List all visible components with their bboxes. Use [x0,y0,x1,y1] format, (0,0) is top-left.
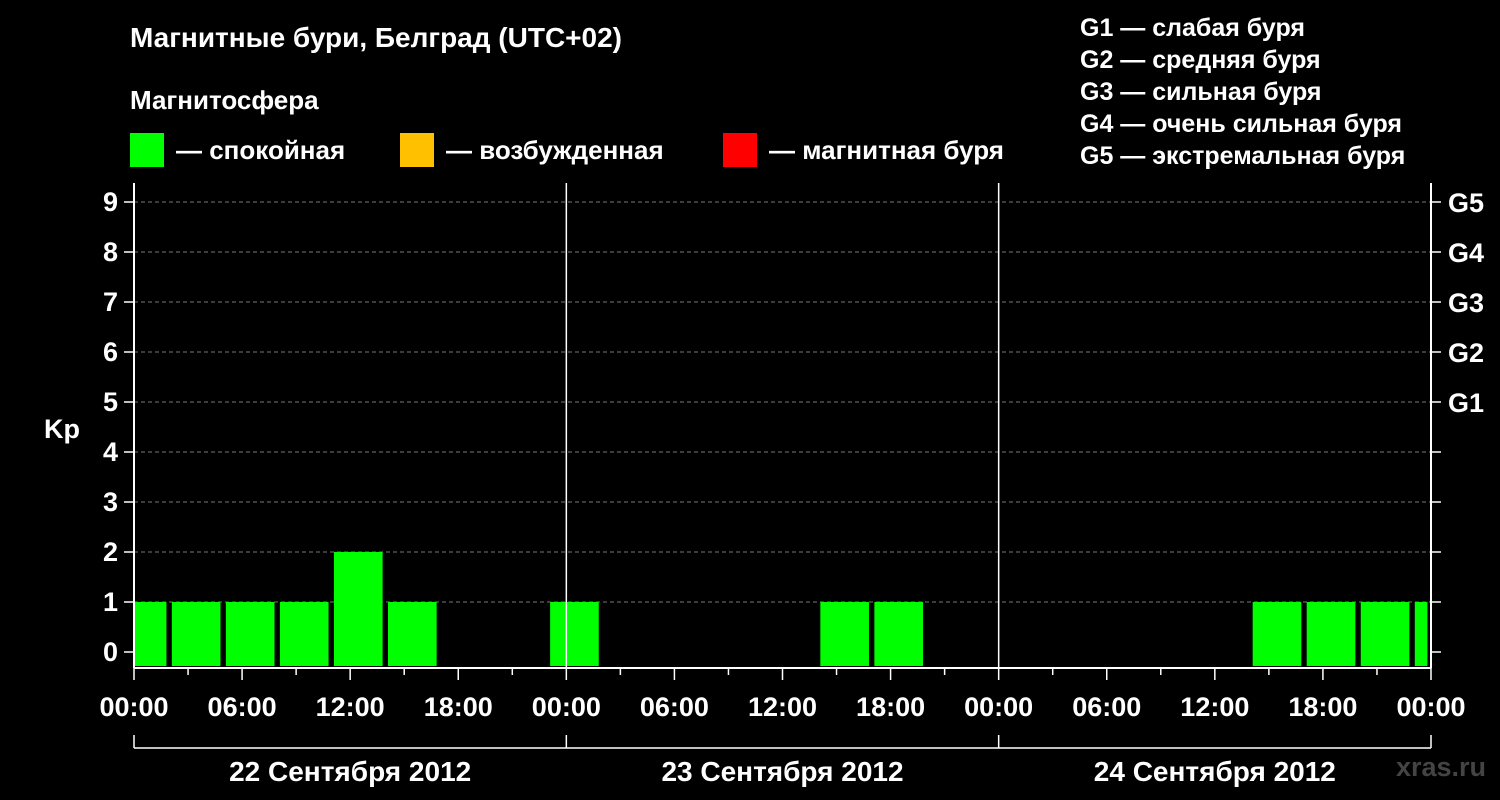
y-tick-label: 3 [103,487,118,517]
x-tick-label: 00:00 [99,692,168,722]
x-tick-label: 00:00 [532,692,601,722]
kp-bar [1414,602,1428,666]
x-tick-label: 00:00 [1396,692,1465,722]
kp-bar [550,602,599,666]
kp-bar [134,602,167,666]
kp-bar [874,602,924,666]
kp-bar [1360,602,1410,666]
day-label: 22 Сентября 2012 [229,756,471,787]
day-label: 23 Сентября 2012 [661,756,903,787]
x-tick-label: 12:00 [748,692,817,722]
day-label: 24 Сентября 2012 [1094,756,1336,787]
watermark: xras.ru [1395,752,1486,782]
kp-bar [387,602,437,666]
y-tick-label: 2 [103,537,118,567]
g-scale-label: G2 [1448,338,1484,368]
x-tick-label: 18:00 [856,692,925,722]
g-scale-label: G1 [1448,388,1484,418]
x-tick-label: 12:00 [1180,692,1249,722]
y-tick-label: 4 [103,437,118,467]
x-tick-label: 06:00 [640,692,709,722]
x-tick-label: 00:00 [964,692,1033,722]
g-scale-label: G5 [1448,188,1484,218]
kp-bar [1252,602,1302,666]
g-scale-label: G4 [1448,238,1484,268]
y-tick-label: 7 [103,287,118,317]
y-tick-label: 0 [103,637,118,667]
kp-bar [333,552,383,666]
y-tick-label: 5 [103,387,118,417]
y-axis-label: Kp [44,414,80,444]
kp-bar [820,602,869,666]
x-tick-label: 06:00 [208,692,277,722]
x-tick-label: 18:00 [1288,692,1357,722]
kp-bar [1306,602,1356,666]
kp-bar [225,602,275,666]
y-tick-label: 9 [103,187,118,217]
kp-chart: 0 1 2 3 4 5 6 7 8 9 Kp G1 G2 G3 G4 G5 00:00 06:00 12:00 18:… [44,183,1484,787]
x-tick-label: 18:00 [424,692,493,722]
kp-bar [171,602,221,666]
y-tick-label: 8 [103,237,118,267]
g-scale-label: G3 [1448,288,1484,318]
y-tick-label: 6 [103,337,118,367]
y-tick-label: 1 [103,587,118,617]
kp-bar [279,602,329,666]
x-tick-label: 06:00 [1072,692,1141,722]
x-tick-label: 12:00 [316,692,385,722]
